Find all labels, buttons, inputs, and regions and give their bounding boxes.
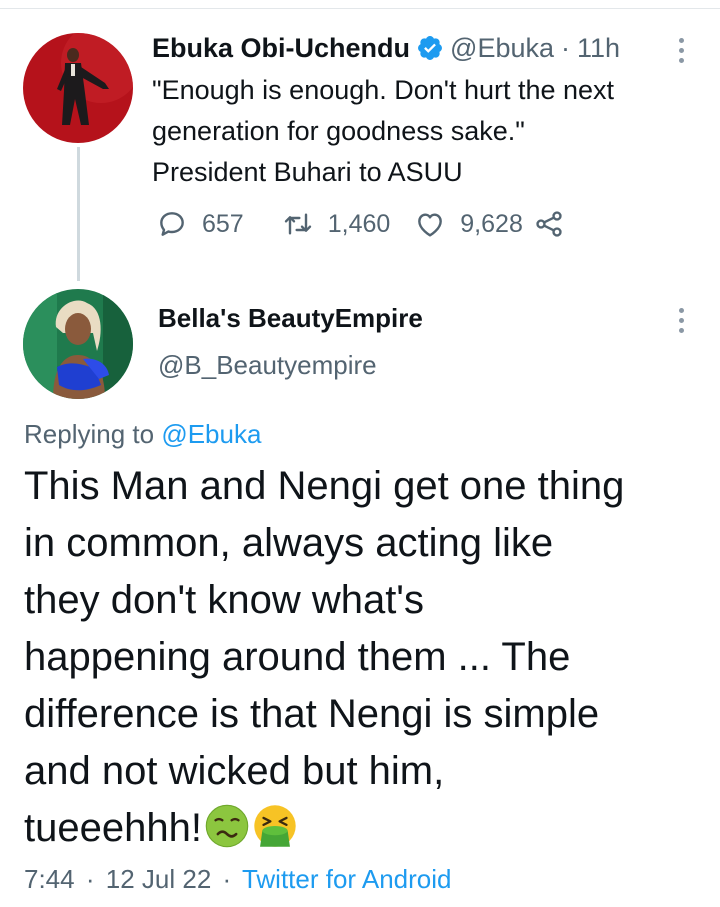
reply-count: 657 <box>202 209 244 238</box>
time-ago[interactable]: 11h <box>577 33 620 64</box>
tweet-header: Ebuka Obi-Uchendu @Ebuka · 11h <box>152 28 620 68</box>
author-name[interactable]: Ebuka Obi-Uchendu <box>152 33 410 64</box>
ebuka-avatar[interactable] <box>23 33 133 143</box>
replying-to-link[interactable]: @Ebuka <box>161 419 261 449</box>
retweet-icon <box>282 208 314 240</box>
share-icon <box>533 208 565 240</box>
tweet-text-line: President Buhari to ASUU <box>152 157 463 187</box>
like-count: 9,628 <box>460 209 523 238</box>
retweet-button[interactable]: 1,460 <box>282 208 391 240</box>
reply-time[interactable]: 7:44 <box>24 864 75 894</box>
like-icon <box>414 208 446 240</box>
reply-text-line: This Man and Nengi get one thing <box>24 464 625 508</box>
tweet-text-line: generation for goodness sake." <box>152 116 525 146</box>
reply-text-line: and not wicked but him, <box>24 749 445 793</box>
retweet-count: 1,460 <box>327 209 391 238</box>
like-button[interactable]: 9,628 <box>414 208 523 240</box>
vomiting-face-emoji <box>252 803 298 849</box>
reply-text-last-line: tueeehhh! <box>24 800 704 857</box>
replying-prefix: Replying to <box>24 419 155 449</box>
more-vertical-icon[interactable] <box>676 308 686 338</box>
reply-author-name[interactable]: Bella's BeautyEmpire <box>158 303 423 334</box>
tweet-text: "Enough is enough. Don't hurt the next g… <box>152 70 692 193</box>
reply-author-handle[interactable]: @B_Beautyempire <box>158 350 377 381</box>
reply-icon <box>156 208 188 240</box>
reply-meta: 7:44 · 12 Jul 22 · Twitter for Android <box>24 864 452 895</box>
reply-text-line: tueeehhh! <box>24 806 202 850</box>
reply-date[interactable]: 12 Jul 22 <box>106 864 212 894</box>
source-link[interactable]: Twitter for Android <box>242 864 452 894</box>
tweet-text-line: "Enough is enough. Don't hurt the next <box>152 75 615 105</box>
top-divider <box>0 8 720 9</box>
reply-text-line: in common, always acting like <box>24 521 554 565</box>
reply-text-line: happening around them ... The <box>24 635 571 679</box>
nauseated-face-emoji <box>204 803 250 849</box>
reply-text: This Man and Nengi get one thing in comm… <box>24 458 704 857</box>
tweet-actions: 657 1,460 9,628 <box>156 204 565 244</box>
reply-button[interactable]: 657 <box>156 208 244 240</box>
separator-dot: · <box>85 864 95 894</box>
separator-dot: · <box>222 864 232 894</box>
more-vertical-icon[interactable] <box>676 38 686 68</box>
reply-text-line: difference is that Nengi is simple <box>24 692 600 736</box>
separator-dot: · <box>561 32 570 63</box>
replying-to: Replying to @Ebuka <box>24 419 261 450</box>
bella-avatar[interactable] <box>23 289 133 399</box>
share-button[interactable] <box>533 208 565 240</box>
author-handle[interactable]: @Ebuka <box>450 33 554 64</box>
thread-line <box>77 147 80 281</box>
verified-badge-icon <box>416 34 444 62</box>
reply-text-line: they don't know what's <box>24 578 424 622</box>
